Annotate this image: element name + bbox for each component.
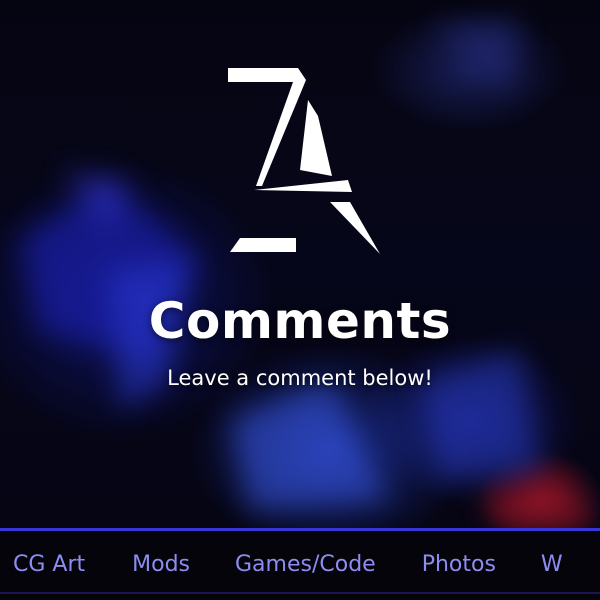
page-subtitle: Leave a comment below! [167, 366, 433, 390]
nav-items: CG Art Mods Games/Code Photos W [0, 545, 563, 585]
nav-item-games-code[interactable]: Games/Code [235, 545, 376, 585]
page-title: Comments [148, 292, 452, 350]
nav-item-cg-art[interactable]: CG Art [13, 545, 85, 585]
stylized-z-a-logo-icon [228, 68, 380, 254]
main-nav: CG Art Mods Games/Code Photos W [0, 528, 600, 600]
hero-banner: Comments Leave a comment below! [0, 0, 600, 528]
nav-item-mods[interactable]: Mods [132, 545, 190, 585]
nav-item-photos[interactable]: Photos [422, 545, 496, 585]
nav-item-w[interactable]: W [541, 545, 563, 585]
